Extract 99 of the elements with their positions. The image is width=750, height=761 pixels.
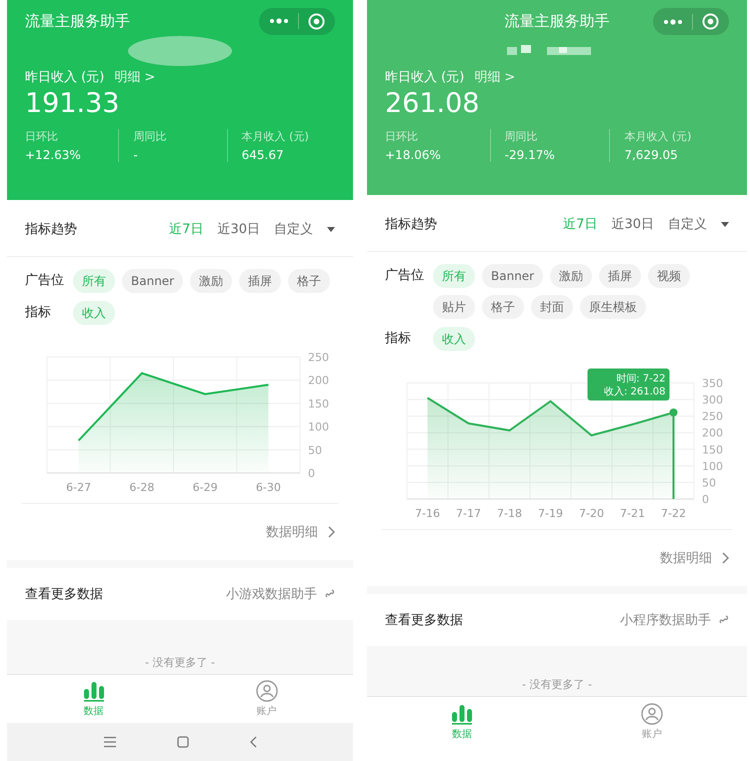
axis-label: 7-20 xyxy=(579,507,604,520)
filter-chip[interactable]: 贴片 xyxy=(433,295,475,319)
section-title: 查看更多数据 xyxy=(25,586,104,603)
axis-label: 200 xyxy=(308,374,329,388)
axis-label: 7-21 xyxy=(620,507,645,520)
link-icon[interactable] xyxy=(719,615,729,625)
app-title: 流量主服务助手 xyxy=(504,12,610,31)
tooltip-text: 时间: 7-22 xyxy=(616,374,666,384)
axis-label: 150 xyxy=(702,443,723,456)
axis-label: 7-16 xyxy=(415,507,440,520)
assistant-link[interactable]: 小游戏数据助手 xyxy=(226,585,317,603)
menu-icon[interactable] xyxy=(103,736,117,748)
axis-label: 50 xyxy=(702,476,716,490)
filter-chip[interactable]: 插屏 xyxy=(599,264,642,288)
capsule-menu[interactable] xyxy=(259,8,335,34)
stat-label: 本月收入 (元) xyxy=(624,129,692,144)
stat-value: +18.06% xyxy=(385,148,442,162)
filter-chip[interactable]: 封面 xyxy=(531,295,573,319)
axis-label: 6-30 xyxy=(256,481,281,494)
filter-label: 指标 xyxy=(25,304,52,322)
dropdown-caret-icon[interactable] xyxy=(327,226,335,232)
back-icon[interactable] xyxy=(249,736,257,748)
stat-value: 645.67 xyxy=(242,148,285,162)
stat-label: 日环比 xyxy=(25,129,59,144)
income-amount: 261.08 xyxy=(385,88,480,119)
axis-label: 200 xyxy=(702,426,723,440)
chevron-right-icon[interactable] xyxy=(328,526,335,538)
data-point xyxy=(670,408,678,416)
axis-label: 250 xyxy=(702,410,723,424)
user-icon xyxy=(641,703,663,725)
income-label: 昨日收入 (元) xyxy=(385,69,464,86)
axis-label: 100 xyxy=(308,420,329,434)
section-title: 查看更多数据 xyxy=(385,612,464,629)
user-icon xyxy=(256,680,278,702)
axis-label: 250 xyxy=(308,351,329,364)
tab-item[interactable]: 账户 xyxy=(180,675,353,723)
axis-label: 0 xyxy=(308,467,315,480)
tab-item[interactable]: 数据 xyxy=(367,703,557,741)
income-label: 昨日收入 (元) xyxy=(25,69,104,86)
app-title: 流量主服务助手 xyxy=(25,12,130,30)
filter-chip[interactable]: 插屏 xyxy=(239,269,282,293)
filter-chip[interactable]: 格子 xyxy=(288,269,330,293)
range-tab[interactable]: 自定义 xyxy=(274,220,313,238)
axis-label: 6-27 xyxy=(66,481,92,494)
stat-value: 7,629.05 xyxy=(624,148,679,162)
stat-value: -29.17% xyxy=(504,148,556,162)
tab-item[interactable]: 账户 xyxy=(557,703,747,741)
filter-label: 指标 xyxy=(385,330,412,348)
bar-chart-icon xyxy=(451,703,473,725)
stat-label: 周同比 xyxy=(504,129,539,144)
section-title: 指标趋势 xyxy=(25,221,77,238)
end-of-list-text: - 没有更多了 - xyxy=(145,655,215,670)
section-title: 指标趋势 xyxy=(385,216,437,233)
more-icon[interactable] xyxy=(663,18,683,24)
stat-value: - xyxy=(133,148,139,162)
filter-chip[interactable]: 激励 xyxy=(190,269,232,293)
range-tab[interactable]: 近7日 xyxy=(169,220,204,238)
chevron-right-icon[interactable] xyxy=(722,552,729,564)
axis-label: 50 xyxy=(308,444,322,457)
bar-chart-icon xyxy=(82,680,104,702)
range-tab[interactable]: 近7日 xyxy=(563,215,598,233)
end-of-list-text: - 没有更多了 - xyxy=(522,677,592,692)
range-tab[interactable]: 近30日 xyxy=(611,215,654,233)
data-detail-link[interactable]: 数据明细 xyxy=(660,549,712,567)
link-icon[interactable] xyxy=(325,589,335,599)
filter-chip[interactable]: Banner xyxy=(482,264,544,288)
capsule-menu[interactable] xyxy=(653,8,729,35)
axis-label: 6-29 xyxy=(192,481,218,494)
range-tab[interactable]: 自定义 xyxy=(668,215,707,233)
home-icon[interactable] xyxy=(177,736,189,748)
axis-label: 7-22 xyxy=(661,507,686,520)
axis-label: 350 xyxy=(702,377,723,390)
filter-chip[interactable]: Banner xyxy=(122,269,184,293)
filter-label: 广告位 xyxy=(385,267,425,285)
dropdown-caret-icon[interactable] xyxy=(721,222,729,226)
more-icon[interactable] xyxy=(269,18,289,24)
range-tab[interactable]: 近30日 xyxy=(217,220,260,238)
data-detail-link[interactable]: 数据明细 xyxy=(266,523,318,541)
tooltip-text: 收入: 261.08 xyxy=(604,386,666,398)
stat-label: 周同比 xyxy=(133,129,168,144)
filter-chip[interactable]: 视频 xyxy=(648,264,690,288)
stat-label: 日环比 xyxy=(385,129,419,144)
income-amount: 191.33 xyxy=(25,88,120,119)
axis-label: 150 xyxy=(308,397,329,410)
tab-item[interactable]: 数据 xyxy=(7,675,180,723)
axis-label: 6-28 xyxy=(129,481,154,494)
axis-label: 0 xyxy=(702,493,709,506)
stat-value: +12.63% xyxy=(25,148,82,162)
axis-label: 100 xyxy=(702,460,723,473)
axis-label: 300 xyxy=(702,394,723,407)
axis-label: 7-19 xyxy=(538,507,563,520)
filter-chip[interactable]: 原生模板 xyxy=(580,295,646,319)
assistant-link[interactable]: 小程序数据助手 xyxy=(620,611,711,629)
stat-label: 本月收入 (元) xyxy=(242,129,310,144)
filter-chip[interactable]: 激励 xyxy=(550,264,592,288)
axis-label: 7-18 xyxy=(497,507,522,520)
axis-label: 7-17 xyxy=(456,507,481,520)
filter-label: 广告位 xyxy=(25,272,65,290)
filter-chip[interactable]: 格子 xyxy=(482,295,524,319)
